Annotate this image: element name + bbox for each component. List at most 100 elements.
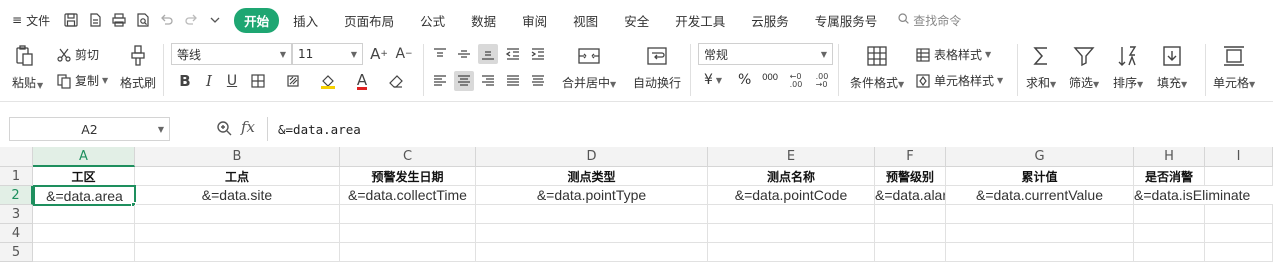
increase-font-icon[interactable]: A +: [369, 44, 389, 64]
redo-icon[interactable]: [182, 11, 200, 29]
cell-e2[interactable]: &=data.pointCode: [708, 186, 875, 205]
tab-home[interactable]: 开始: [234, 7, 280, 33]
tab-data[interactable]: 数据: [459, 8, 508, 33]
border-icon[interactable]: [248, 71, 268, 91]
cell-a4[interactable]: [33, 224, 135, 243]
cell-h1[interactable]: 是否消警: [1134, 167, 1205, 186]
bold-icon[interactable]: B: [175, 71, 195, 91]
tab-insert[interactable]: 插入: [281, 8, 330, 33]
cell-h2[interactable]: &=data.isEliminate: [1134, 186, 1273, 205]
merge-center-button[interactable]: 合并居中▼: [562, 44, 616, 91]
cell-g3[interactable]: [946, 205, 1134, 224]
select-all-corner[interactable]: [0, 147, 33, 167]
row-header-5[interactable]: 5: [0, 243, 33, 262]
format-painter-button[interactable]: 格式刷: [120, 44, 156, 91]
cell-e5[interactable]: [708, 243, 875, 262]
tab-security[interactable]: 安全: [612, 8, 661, 33]
decrease-decimal-icon[interactable]: .00 →0: [812, 71, 832, 91]
cell-f2[interactable]: &=data.alarmLevel: [875, 186, 946, 205]
currency-button[interactable]: ¥ ▼: [704, 72, 722, 88]
cell-style-button[interactable]: 单元格样式 ▼: [915, 72, 1003, 89]
cell-c4[interactable]: [340, 224, 476, 243]
clear-eraser-icon[interactable]: [386, 71, 406, 91]
cell-f5[interactable]: [875, 243, 946, 262]
print-icon[interactable]: [110, 11, 128, 29]
fill-color-icon[interactable]: [318, 71, 338, 91]
fill-button[interactable]: 填充▼: [1157, 44, 1187, 91]
column-header-c[interactable]: C: [340, 147, 476, 167]
file-menu[interactable]: ≡ 文件: [6, 8, 56, 32]
sum-button[interactable]: 求和▼: [1026, 44, 1056, 91]
tab-cloud-service[interactable]: 云服务: [739, 8, 801, 33]
cell-f3[interactable]: [875, 205, 946, 224]
insert-function-icon[interactable]: fx: [241, 118, 255, 136]
cell-c3[interactable]: [340, 205, 476, 224]
increase-indent-icon[interactable]: [528, 44, 548, 64]
customize-chevron-down-icon[interactable]: [206, 11, 224, 29]
cell-g1[interactable]: 累计值: [946, 167, 1134, 186]
undo-icon[interactable]: [158, 11, 176, 29]
save-icon[interactable]: [62, 11, 80, 29]
row-header-4[interactable]: 4: [0, 224, 33, 243]
number-format-select[interactable]: 常规 ▼: [698, 43, 833, 65]
cell-b4[interactable]: [135, 224, 340, 243]
cell-c2[interactable]: &=data.collectTime: [340, 186, 476, 205]
cell-a2[interactable]: &=data.area: [33, 185, 136, 206]
cell-c5[interactable]: [340, 243, 476, 262]
paste-button[interactable]: 粘贴: [12, 44, 36, 91]
search-command[interactable]: 查找命令: [897, 12, 961, 29]
filter-button[interactable]: 筛选▼: [1069, 44, 1099, 91]
tab-exclusive-service[interactable]: 专属服务号: [803, 8, 890, 33]
font-name-select[interactable]: 等线 ▼: [171, 43, 292, 65]
font-size-select[interactable]: 11 ▼: [292, 43, 363, 65]
cell-button[interactable]: 单元格▼: [1213, 44, 1255, 91]
column-header-h[interactable]: H: [1134, 147, 1205, 167]
wrap-text-button[interactable]: 自动换行: [633, 44, 681, 91]
distributed-align-icon[interactable]: [528, 71, 548, 91]
cell-h5[interactable]: [1134, 243, 1205, 262]
column-header-a[interactable]: A: [33, 147, 135, 167]
cell-h4[interactable]: [1134, 224, 1205, 243]
row-header-1[interactable]: 1: [0, 167, 33, 186]
cell-e1[interactable]: 测点名称: [708, 167, 875, 186]
font-color-icon[interactable]: A: [352, 71, 372, 91]
italic-icon[interactable]: I: [199, 71, 219, 91]
cell-i4[interactable]: [1205, 224, 1273, 243]
tab-view[interactable]: 视图: [561, 8, 610, 33]
align-right-icon[interactable]: [478, 71, 498, 91]
column-header-e[interactable]: E: [708, 147, 875, 167]
decrease-font-icon[interactable]: A −: [394, 44, 414, 64]
formula-input[interactable]: &=data.area: [267, 117, 1273, 141]
align-left-icon[interactable]: [430, 71, 450, 91]
tab-developer[interactable]: 开发工具: [663, 8, 737, 33]
cell-c1[interactable]: 预警发生日期: [340, 167, 476, 186]
cell-i3[interactable]: [1205, 205, 1273, 224]
tab-review[interactable]: 审阅: [510, 8, 559, 33]
cell-b5[interactable]: [135, 243, 340, 262]
align-center-icon[interactable]: [454, 71, 474, 91]
cell-f1[interactable]: 预警级别: [875, 167, 946, 186]
column-header-f[interactable]: F: [875, 147, 946, 167]
cell-a3[interactable]: [33, 205, 135, 224]
align-bottom-icon[interactable]: [478, 44, 498, 64]
percent-button[interactable]: %: [738, 72, 751, 88]
increase-decimal-icon[interactable]: ←0.00: [786, 71, 806, 91]
cell-fill-pattern-icon[interactable]: [284, 71, 304, 91]
align-top-icon[interactable]: [430, 44, 450, 64]
name-box[interactable]: A2 ▼: [9, 117, 170, 141]
column-header-g[interactable]: G: [946, 147, 1134, 167]
cell-f4[interactable]: [875, 224, 946, 243]
cell-g5[interactable]: [946, 243, 1134, 262]
cut-button[interactable]: 剪切: [56, 46, 99, 63]
cell-d1[interactable]: 测点类型: [476, 167, 708, 186]
cell-d4[interactable]: [476, 224, 708, 243]
cell-b1[interactable]: 工点: [135, 167, 340, 186]
cell-d2[interactable]: &=data.pointType: [476, 186, 708, 205]
paste-chevron-down-icon[interactable]: ▼: [37, 81, 43, 90]
justify-icon[interactable]: [503, 71, 523, 91]
cell-g2[interactable]: &=data.currentValue: [946, 186, 1134, 205]
sort-button[interactable]: 排序▼: [1113, 44, 1143, 91]
cell-i5[interactable]: [1205, 243, 1273, 262]
thousands-separator-button[interactable]: 000: [762, 73, 778, 83]
cell-h3[interactable]: [1134, 205, 1205, 224]
